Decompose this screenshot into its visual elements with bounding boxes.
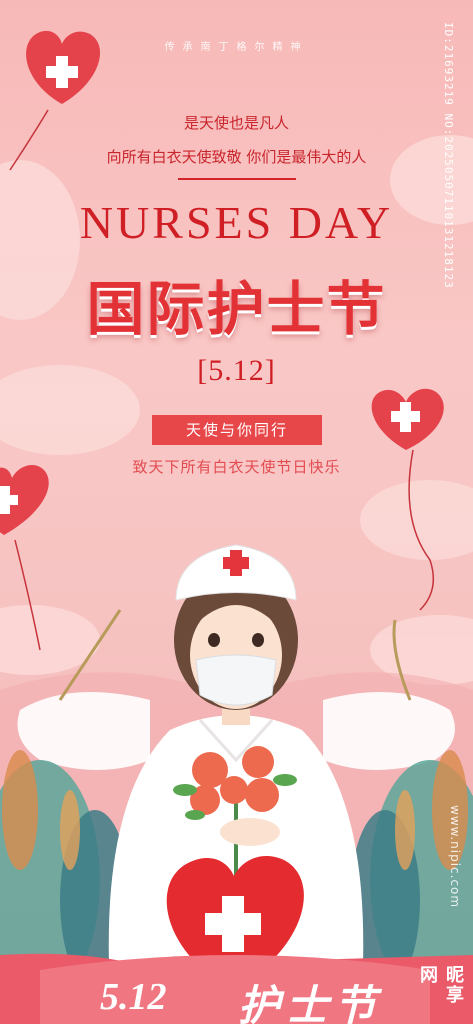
tagline: 传承南丁格尔精神: [164, 42, 309, 53]
subtitle: 致天下所有白衣天使节日快乐: [132, 458, 341, 476]
title-date: [5.12]: [197, 354, 276, 387]
footer-label: 护士节: [238, 981, 383, 1024]
badge: 天使与你同行: [152, 415, 322, 445]
heart-balloon-icon: [371, 388, 444, 450]
footer-date: 5.12: [100, 976, 167, 1018]
headline-line-1: 是天使也是凡人: [183, 114, 289, 132]
poster: 传承南丁格尔精神 是天使也是凡人 向所有白衣天使致敬 你们是最伟大的人 NURS…: [0, 0, 473, 1024]
headline-line-2: 向所有白衣天使致敬 你们是最伟大的人: [106, 148, 367, 166]
nurse-illustration: [108, 544, 364, 990]
watermark-site: www.nipic.com: [448, 805, 462, 909]
title-chinese: 国际护士节: [86, 275, 387, 343]
divider: [178, 178, 296, 180]
watermark-id: ID:21693219 NO:20250507110131218123: [442, 22, 455, 289]
title-english: NURSES DAY: [79, 197, 394, 248]
watermark-brand: 昵享网: [417, 965, 464, 1005]
